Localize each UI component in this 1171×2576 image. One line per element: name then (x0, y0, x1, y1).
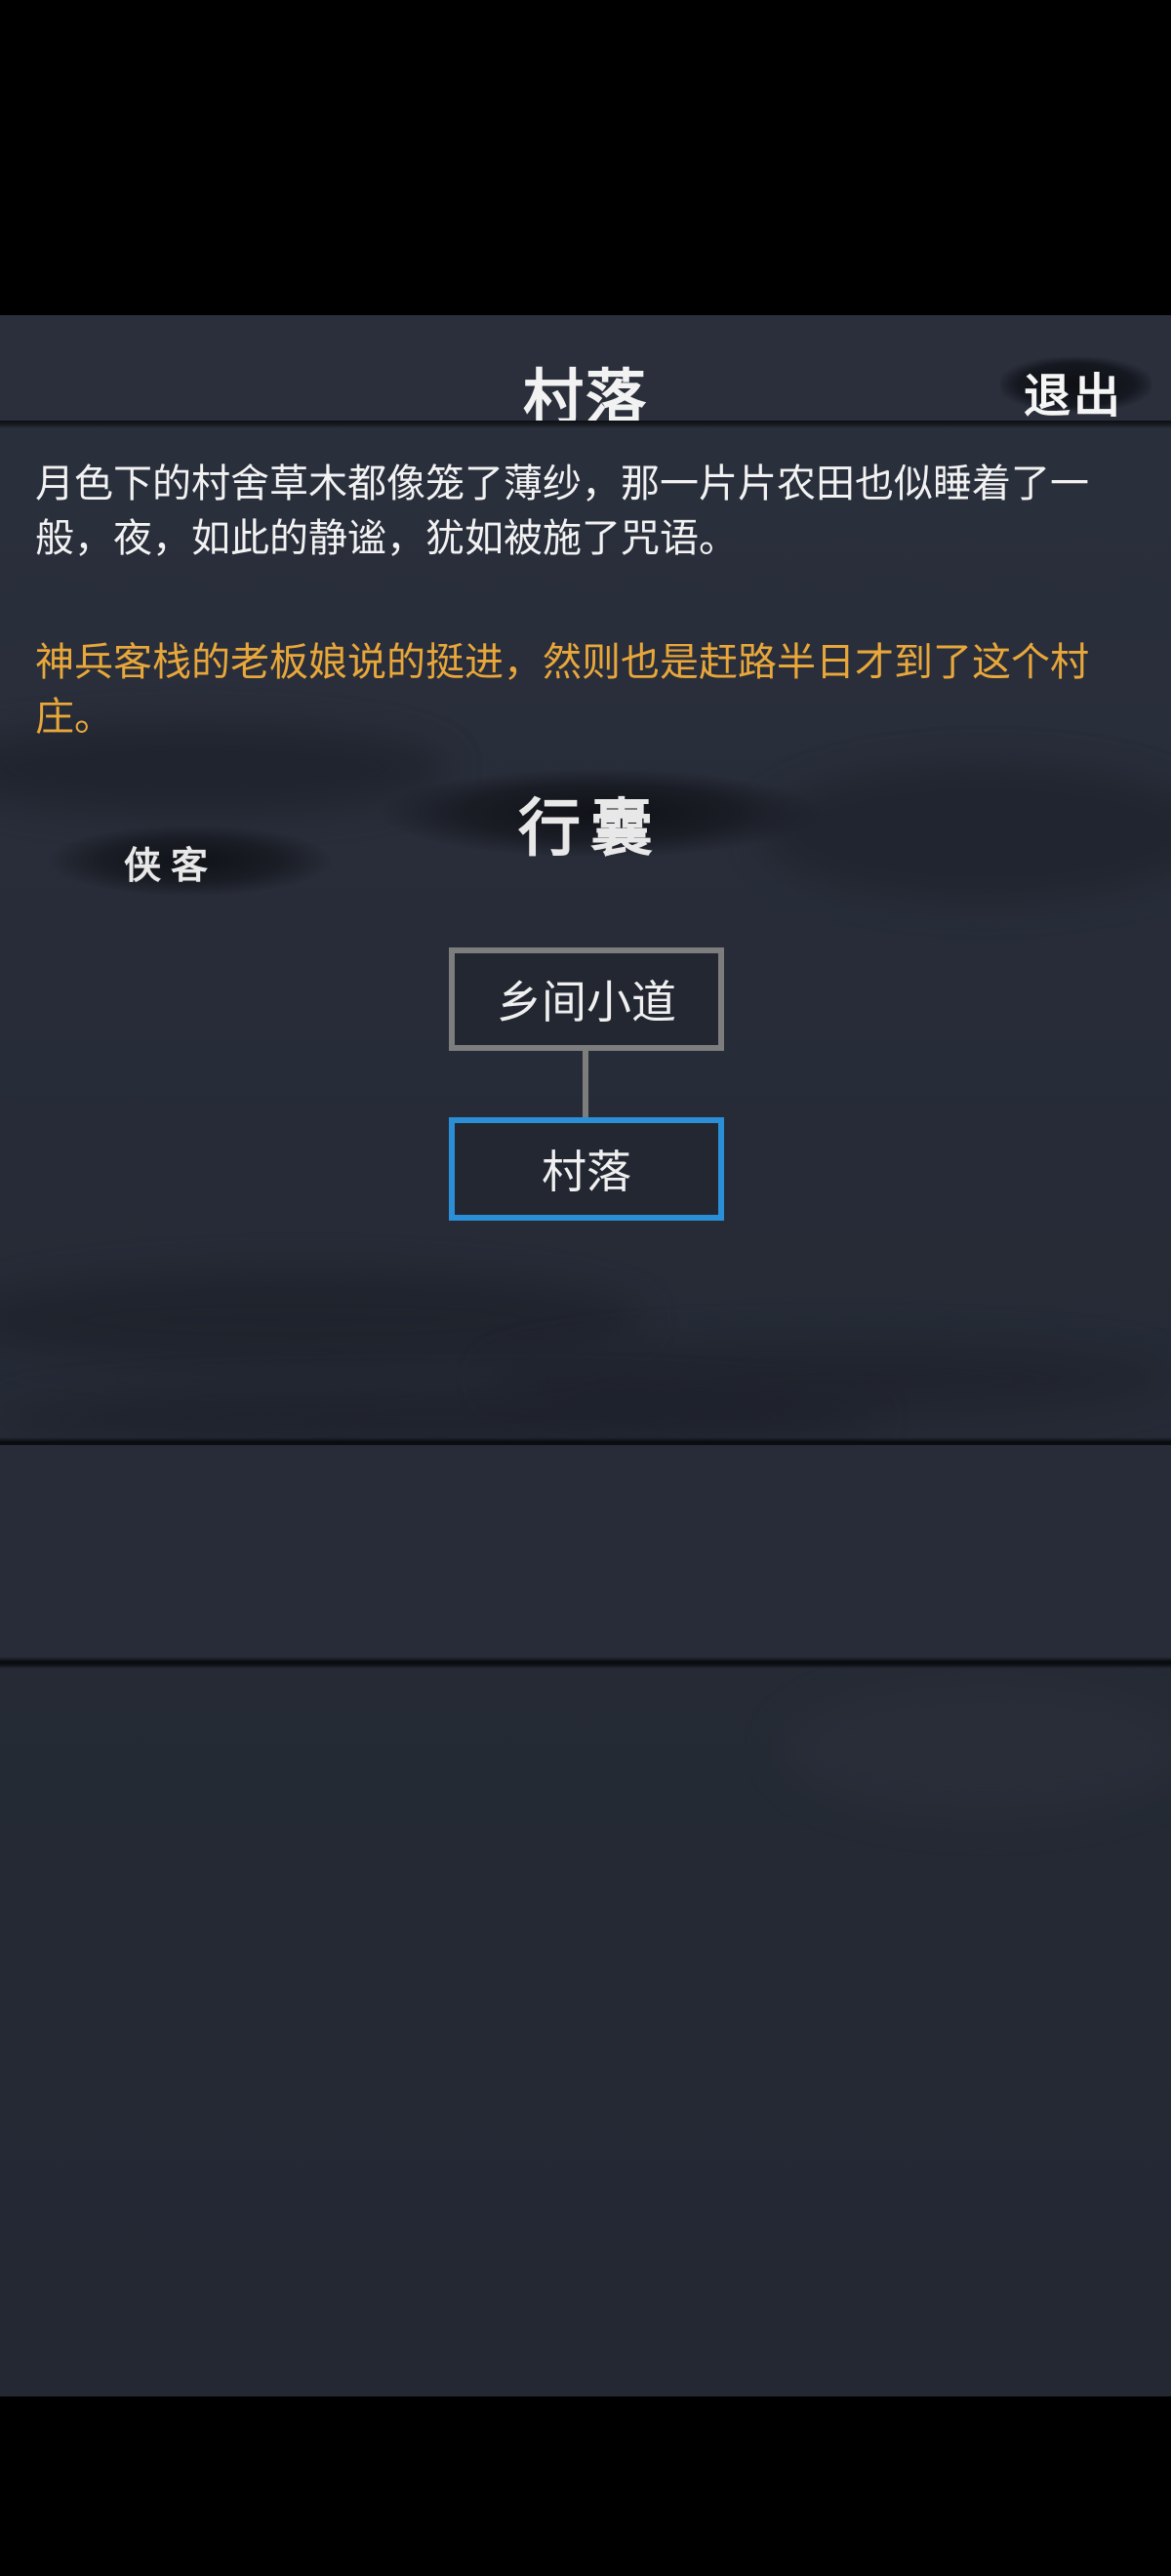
ink-wash-decoration (488, 1340, 1171, 1418)
screen: 村落 退出 月色下的村舍草木都像笼了薄纱，那一片片农田也似睡着了一般，夜，如此的… (0, 0, 1171, 2576)
game-area: 村落 退出 月色下的村舍草木都像笼了薄纱，那一片片农田也似睡着了一般，夜，如此的… (0, 315, 1171, 2396)
story-highlight: 神兵客栈的老板娘说的挺进，然则也是赶路半日才到了这个村庄。 (35, 640, 1089, 740)
exit-button[interactable]: 退出 (1000, 349, 1151, 423)
map-node-previous[interactable]: 乡间小道 (449, 947, 724, 1051)
exit-button-label: 退出 (1023, 369, 1123, 423)
bag-button[interactable]: 行囊 (385, 779, 795, 868)
header-divider (0, 421, 1171, 428)
top-black-bar (0, 0, 1171, 315)
story-description: 月色下的村舍草木都像笼了薄纱，那一片片农田也似睡着了一般，夜，如此的静谧，犹如被… (35, 462, 1089, 561)
map-node-current[interactable]: 村落 (449, 1117, 724, 1221)
hero-button[interactable]: 侠客 (59, 835, 283, 889)
ink-wash-decoration (0, 1271, 644, 1369)
map-connector (583, 1051, 588, 1117)
ink-wash-decoration (781, 1681, 1171, 1818)
panel-divider (0, 1657, 1171, 1669)
ink-wash-decoration (761, 764, 1171, 901)
header-bar: 村落 退出 (0, 315, 1171, 433)
middle-panel (0, 1445, 1171, 1662)
bottom-black-bar (0, 2396, 1171, 2576)
